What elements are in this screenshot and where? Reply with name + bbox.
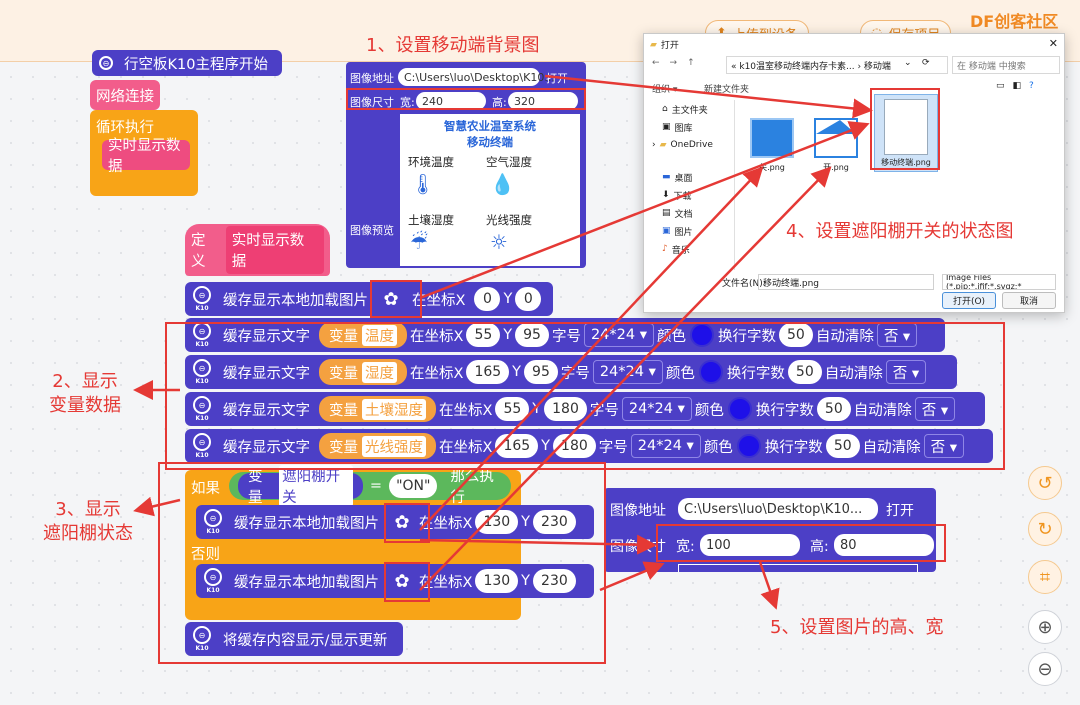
annotation-4: 4、设置遮阳棚开关的状态图 (786, 221, 1014, 242)
arrow-to-size (599, 561, 665, 592)
annotation-1: 1、设置移动端背景图 (366, 35, 540, 56)
arrow-gear-to-mobile (419, 121, 870, 300)
arrow-path-to-file (544, 74, 873, 119)
redo-icon[interactable]: ↻ (1028, 512, 1062, 546)
annotation-3: 3、显示 遮阳棚状态 (43, 499, 133, 544)
arrow-gear-to-off (419, 166, 832, 591)
annotation-arrows (133, 74, 873, 610)
zoom-out-icon[interactable]: ⊖ (1028, 652, 1062, 686)
arrow-gear-to-on (419, 166, 764, 531)
annotation-5: 5、设置图片的高、宽 (770, 617, 944, 638)
crop-icon[interactable]: ⌗ (1028, 560, 1062, 594)
arrow-to-label-5 (758, 561, 780, 610)
zoom-in-icon[interactable]: ⊕ (1028, 610, 1062, 644)
annotation-2: 2、显示 变量数据 (49, 371, 121, 416)
undo-icon[interactable]: ↺ (1028, 466, 1062, 500)
arrow-gear-to-size (419, 534, 657, 555)
